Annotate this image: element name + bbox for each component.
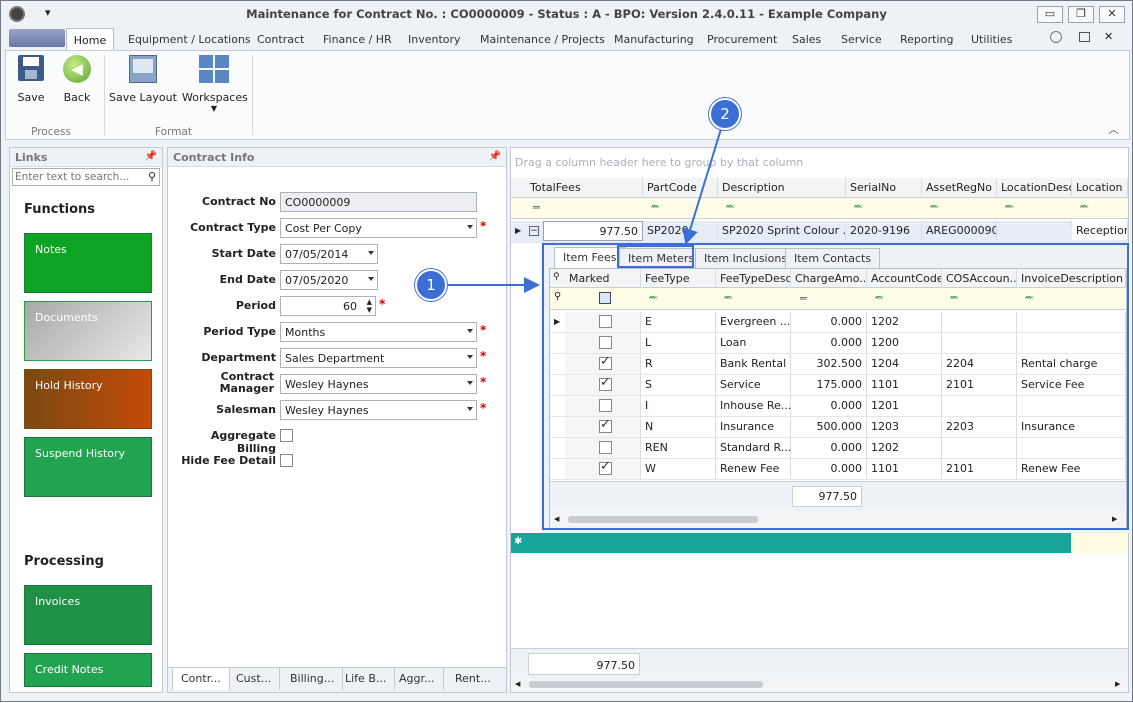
app-window: ▾ Maintenance for Contract No. : CO00000… [0,0,1133,702]
callout-1-marker: 1 [415,269,447,301]
callout-arrows [447,128,722,293]
callout-2-marker: 2 [709,98,741,130]
callout-2-arrow [682,128,722,245]
